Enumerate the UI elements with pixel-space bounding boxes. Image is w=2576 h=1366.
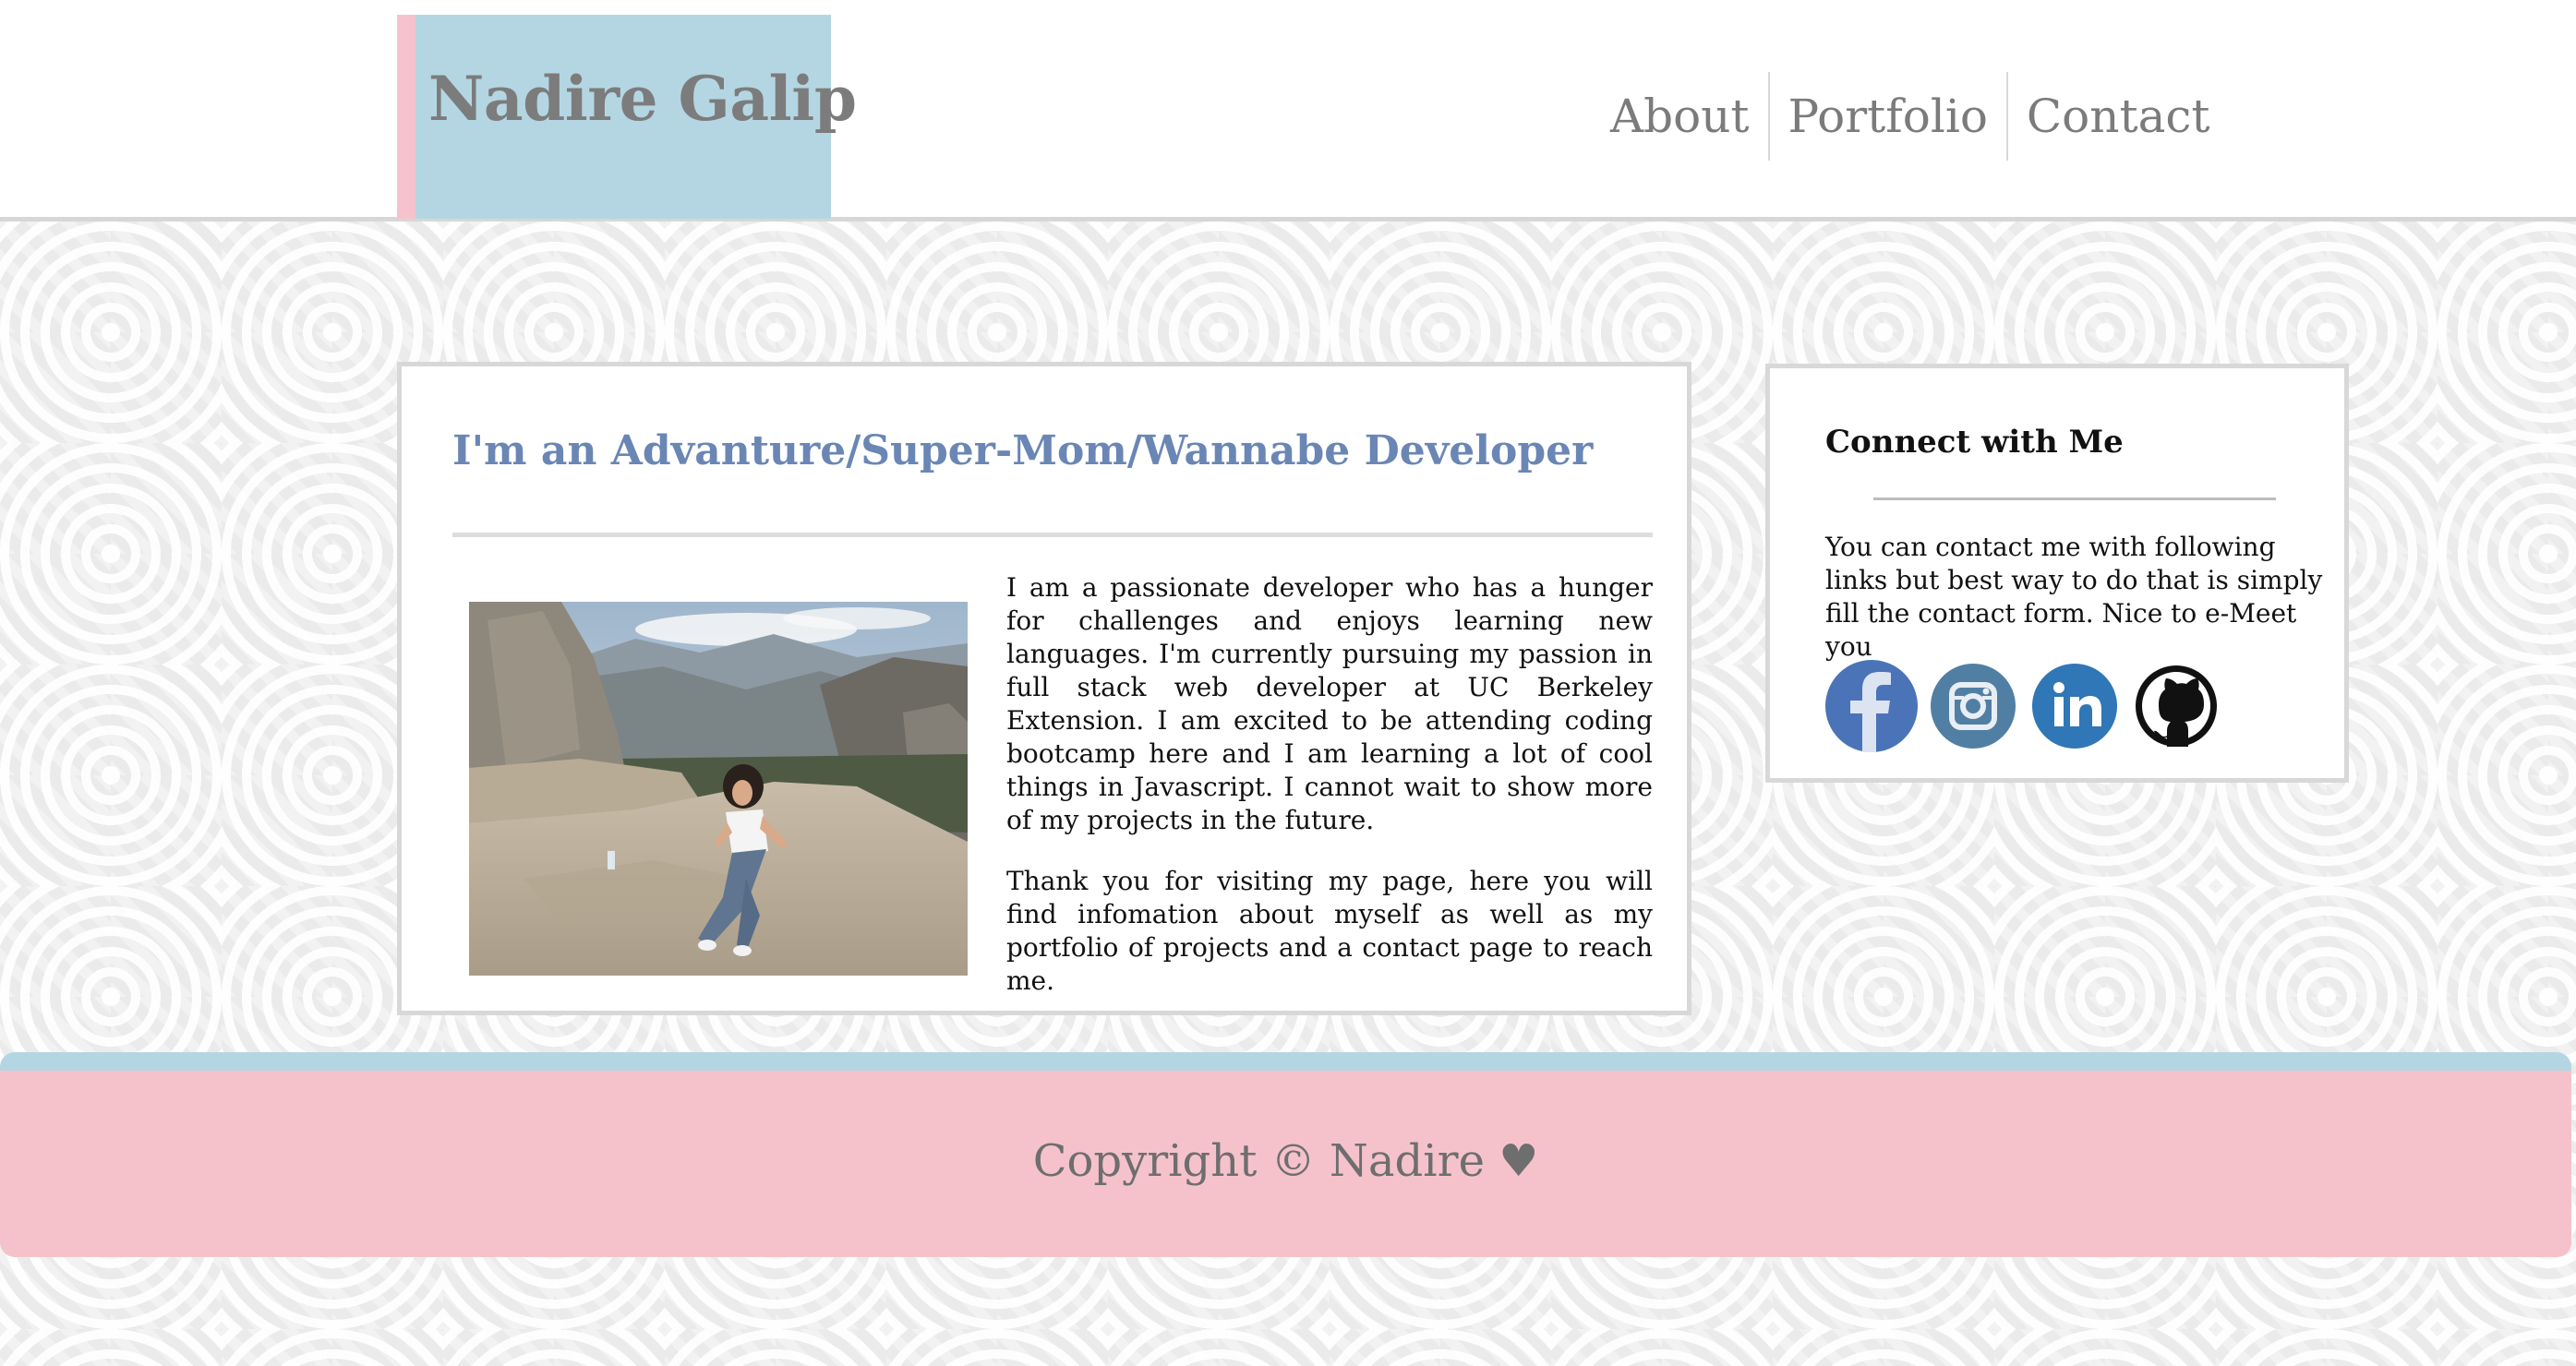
brand-block: Nadire Galip <box>397 15 857 219</box>
linkedin-icon[interactable] <box>2028 660 2121 756</box>
nav-link-about[interactable]: About <box>1595 72 1768 161</box>
connect-text: You can contact me with following links … <box>1825 532 2323 662</box>
connect-card: Connect with Me You can contact me with … <box>1765 364 2349 783</box>
profile-photo <box>469 602 968 976</box>
connect-divider <box>1873 497 2276 500</box>
about-paragraph-1: I am a passionate developer who has a hu… <box>1006 572 1653 835</box>
main-nav: About Portfolio Contact <box>1595 72 2228 161</box>
brand-name: Nadire Galip <box>428 63 857 135</box>
copyright-text: Copyright © Nadire ♥ <box>1032 1135 1539 1187</box>
github-icon[interactable] <box>2130 660 2222 756</box>
social-links <box>1825 660 2232 756</box>
about-title: I'm an Advanture/Super-Mom/Wannabe Devel… <box>452 427 1594 474</box>
instagram-icon[interactable] <box>1927 660 2019 756</box>
site-header: Nadire Galip About Portfolio Contact <box>0 0 2576 222</box>
about-card: I'm an Advanture/Super-Mom/Wannabe Devel… <box>397 362 1691 1015</box>
about-text: I am a passionate developer who has a hu… <box>1006 571 1653 1025</box>
about-paragraph-2: Thank you for visiting my page, here you… <box>1006 866 1653 996</box>
connect-title: Connect with Me <box>1825 424 2124 461</box>
facebook-icon[interactable] <box>1825 660 1918 756</box>
nav-link-portfolio[interactable]: Portfolio <box>1767 72 2006 161</box>
site-footer: Copyright © Nadire ♥ <box>0 1052 2571 1257</box>
about-divider <box>452 533 1653 537</box>
nav-link-contact[interactable]: Contact <box>2005 72 2229 161</box>
